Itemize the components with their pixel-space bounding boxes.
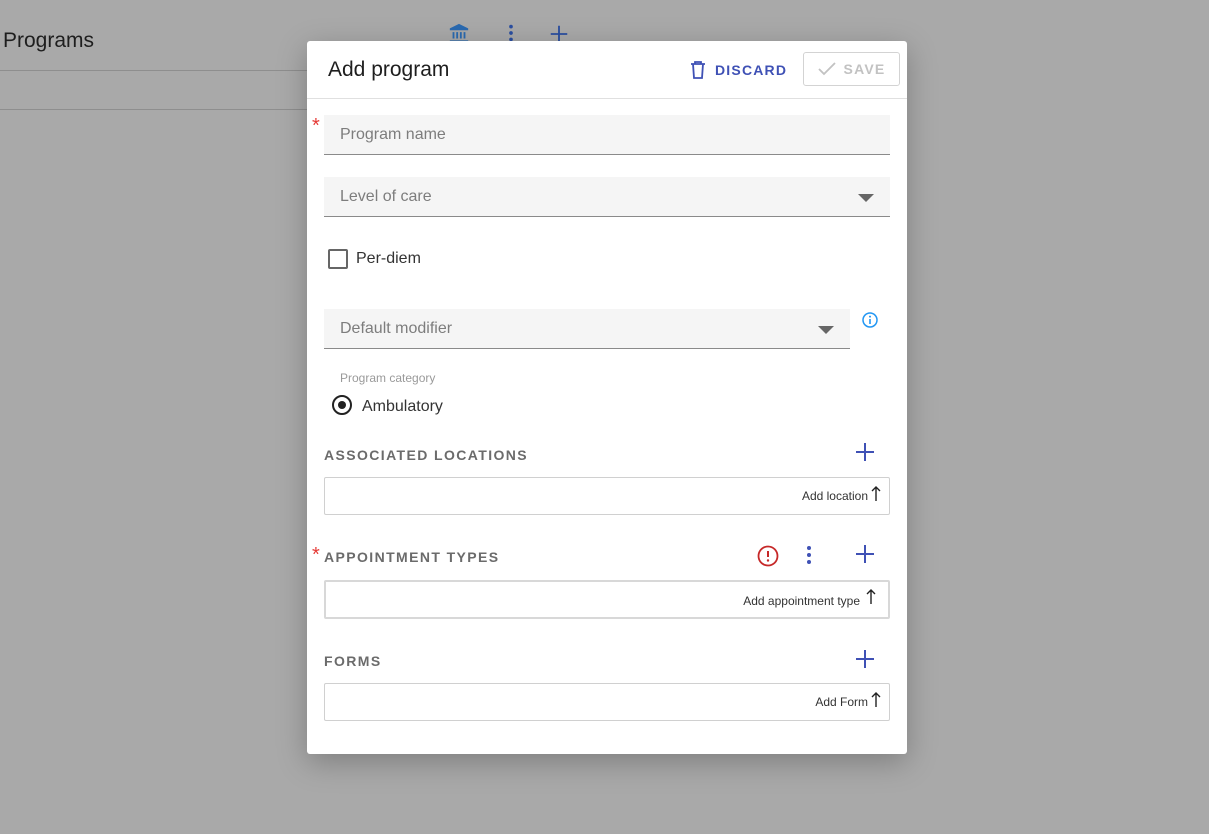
add-appointment-type-plus-icon[interactable]: [855, 544, 875, 569]
per-diem-checkbox[interactable]: [328, 249, 348, 269]
level-of-care-placeholder: Level of care: [340, 188, 432, 205]
required-marker: *: [312, 544, 320, 566]
trash-icon: [689, 60, 707, 80]
page-title: Programs: [3, 29, 95, 52]
default-modifier-placeholder: Default modifier: [340, 320, 453, 337]
add-appointment-type-text[interactable]: Add appointment type: [743, 594, 860, 608]
level-of-care-select[interactable]: Level of care: [324, 177, 890, 217]
program-name-placeholder: Program name: [340, 126, 446, 143]
program-category-label: Program category: [340, 371, 436, 385]
default-modifier-select[interactable]: Default modifier: [324, 309, 850, 349]
arrow-up-icon: [871, 486, 881, 507]
save-button[interactable]: SAVE: [803, 52, 900, 86]
add-program-dialog: Add program DISCARD SAVE * Program name …: [307, 41, 907, 754]
associated-locations-title: ASSOCIATED LOCATIONS: [324, 447, 529, 463]
ambulatory-label: Ambulatory: [362, 398, 443, 415]
save-label: SAVE: [843, 61, 886, 77]
more-vert-icon[interactable]: [798, 544, 820, 571]
info-icon[interactable]: [862, 312, 878, 333]
add-location-text[interactable]: Add location: [802, 489, 868, 503]
forms-title: FORMS: [324, 653, 382, 669]
program-name-input[interactable]: Program name: [324, 115, 890, 155]
discard-label: DISCARD: [715, 62, 788, 78]
arrow-up-icon: [871, 692, 881, 713]
error-icon: [757, 545, 779, 572]
check-icon: [817, 62, 836, 76]
divider: [0, 109, 330, 110]
add-location-plus-icon[interactable]: [855, 442, 875, 467]
appointment-types-title: APPOINTMENT TYPES: [324, 549, 500, 565]
per-diem-label: Per-diem: [356, 250, 421, 267]
forms-list[interactable]: Add Form: [324, 683, 890, 721]
locations-list[interactable]: Add location: [324, 477, 890, 515]
ambulatory-radio[interactable]: [332, 395, 352, 415]
required-marker: *: [312, 115, 320, 137]
divider: [0, 70, 330, 71]
chevron-down-icon: [858, 194, 874, 202]
chevron-down-icon: [818, 326, 834, 334]
dialog-header: Add program DISCARD SAVE: [307, 41, 907, 99]
add-form-text[interactable]: Add Form: [815, 695, 868, 709]
add-form-plus-icon[interactable]: [855, 649, 875, 674]
dialog-title: Add program: [328, 58, 450, 81]
appointment-types-list[interactable]: Add appointment type: [324, 580, 890, 619]
arrow-up-icon: [866, 589, 876, 610]
discard-button[interactable]: DISCARD: [689, 59, 787, 81]
